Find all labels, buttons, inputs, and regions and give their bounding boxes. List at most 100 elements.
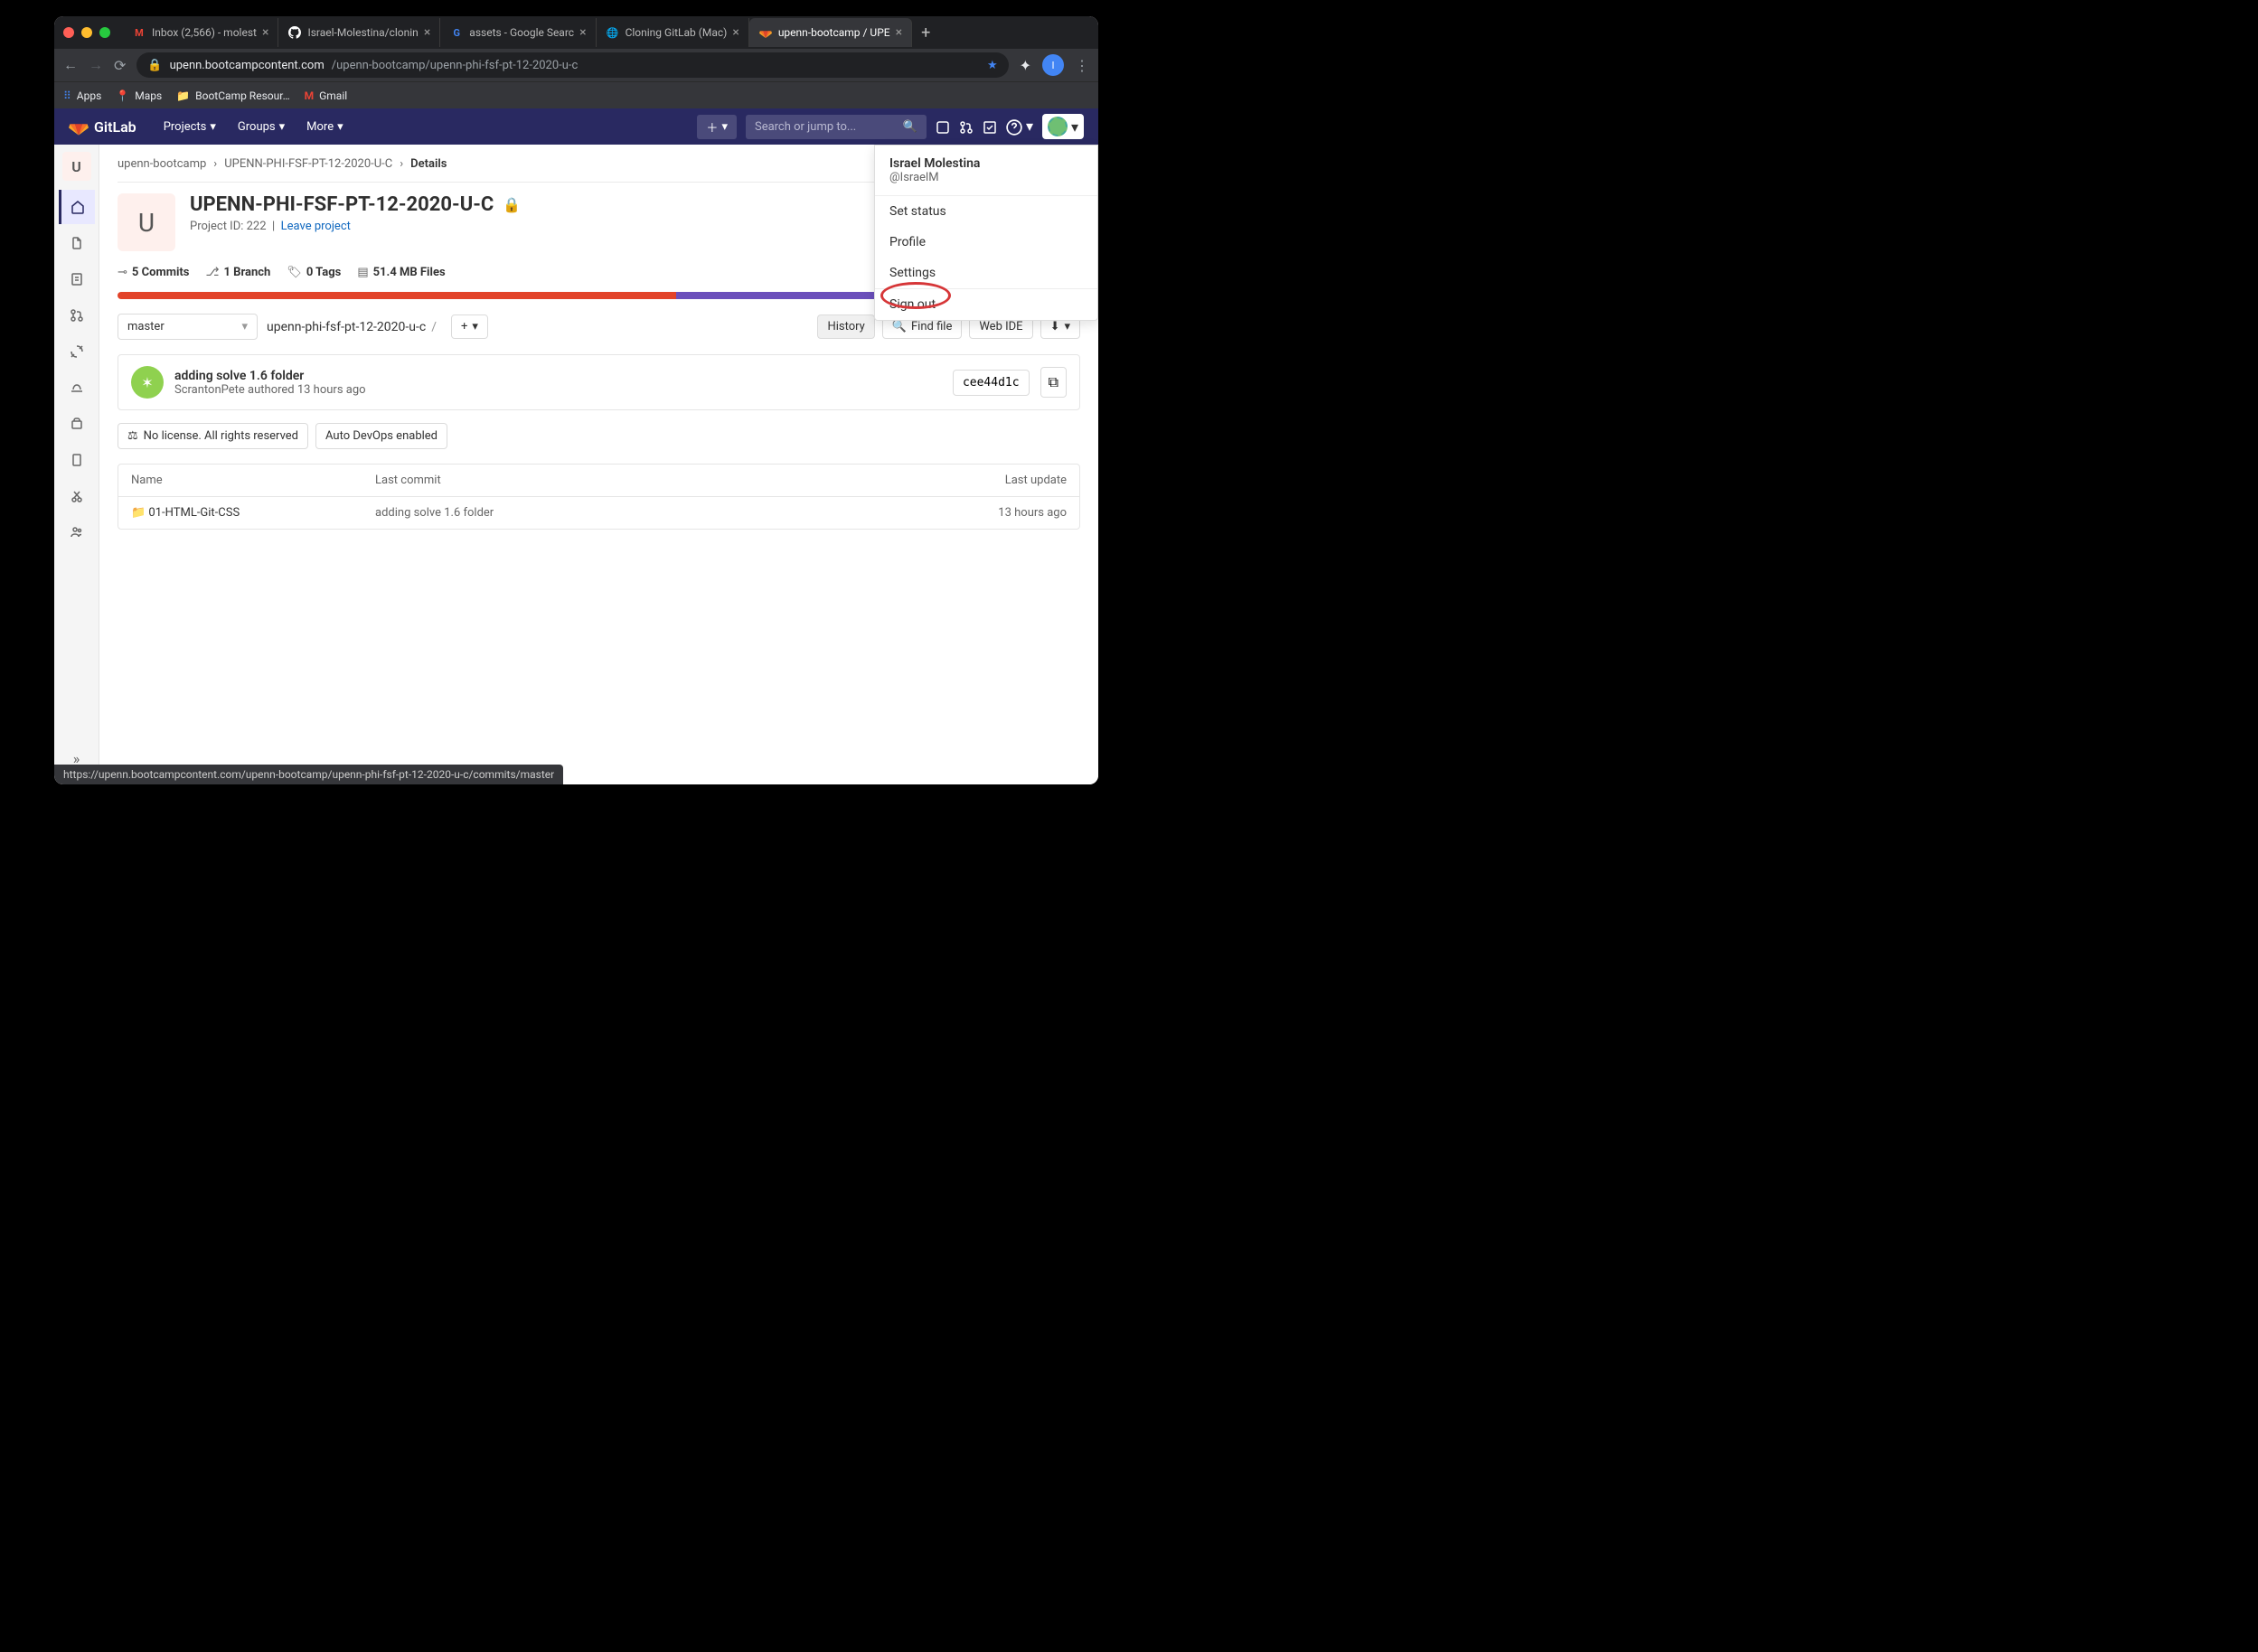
close-icon[interactable]: × bbox=[424, 25, 430, 40]
stat-commits[interactable]: ⊸5 Commits bbox=[118, 266, 189, 279]
plus-icon: + bbox=[461, 320, 467, 333]
menu-settings[interactable]: Settings bbox=[875, 258, 1097, 288]
create-new-button[interactable]: ＋ ▾ bbox=[697, 115, 737, 139]
globe-icon: 🌐 bbox=[606, 25, 620, 40]
bookmark-star-icon[interactable]: ★ bbox=[987, 59, 998, 72]
tab-gitlab-active[interactable]: upenn-bootcamp / UPE × bbox=[749, 18, 912, 47]
sidebar-members[interactable] bbox=[59, 515, 95, 549]
chevron-down-icon: ▾ bbox=[241, 320, 248, 333]
menu-profile[interactable]: Profile bbox=[875, 227, 1097, 258]
forward-button[interactable]: → bbox=[89, 56, 103, 74]
tab-google[interactable]: G assets - Google Searc × bbox=[440, 18, 596, 47]
minimize-window-button[interactable] bbox=[81, 27, 92, 38]
help-icon[interactable]: ▾ bbox=[1006, 117, 1033, 136]
sidebar-overview[interactable] bbox=[59, 190, 95, 224]
close-icon[interactable]: × bbox=[262, 25, 268, 40]
commit-time: authored 13 hours ago bbox=[248, 383, 366, 397]
leave-project-link[interactable]: Leave project bbox=[281, 220, 351, 233]
close-icon[interactable]: × bbox=[732, 25, 739, 40]
sidebar-repository[interactable] bbox=[59, 226, 95, 260]
close-window-button[interactable] bbox=[63, 27, 74, 38]
reload-button[interactable]: ⟳ bbox=[114, 57, 126, 74]
commit-title[interactable]: adding solve 1.6 folder bbox=[174, 369, 366, 383]
project-title: UPENN-PHI-FSF-PT-12-2020-U-C bbox=[190, 193, 494, 216]
todos-icon[interactable] bbox=[983, 118, 997, 136]
col-name-header: Name bbox=[131, 474, 375, 487]
gitlab-nav: Projects ▾ Groups ▾ More ▾ bbox=[155, 115, 353, 139]
bookmark-apps[interactable]: ⠿Apps bbox=[63, 89, 101, 102]
close-icon[interactable]: × bbox=[579, 25, 586, 40]
bookmark-bootcamp[interactable]: 📁BootCamp Resour… bbox=[176, 89, 289, 102]
sidebar-project-avatar[interactable]: U bbox=[62, 152, 91, 181]
breadcrumb-project[interactable]: UPENN-PHI-FSF-PT-12-2020-U-C bbox=[224, 157, 392, 171]
tab-label: upenn-bootcamp / UPE bbox=[778, 26, 890, 39]
dropdown-header: Israel Molestina @IsraelM bbox=[875, 145, 1097, 196]
sidebar-snippets[interactable] bbox=[59, 479, 95, 513]
bookmark-maps[interactable]: 📍Maps bbox=[116, 89, 162, 102]
last-commit-box: ✶ adding solve 1.6 folder ScrantonPete a… bbox=[118, 354, 1080, 410]
chevron-down-icon: ▾ bbox=[337, 120, 343, 134]
chrome-profile-button[interactable]: I bbox=[1042, 54, 1064, 76]
user-menu-button[interactable]: ▾ bbox=[1042, 114, 1084, 139]
tab-cloning[interactable]: 🌐 Cloning GitLab (Mac) × bbox=[597, 18, 749, 47]
tag-icon: 🏷 bbox=[287, 266, 302, 279]
close-icon[interactable]: × bbox=[896, 25, 902, 40]
table-row[interactable]: 📁 01-HTML-Git-CSS adding solve 1.6 folde… bbox=[118, 497, 1079, 529]
gmail-icon: M bbox=[132, 25, 146, 40]
url-input[interactable]: 🔒 upenn.bootcampcontent.com/upenn-bootca… bbox=[136, 52, 1008, 78]
commit-hash[interactable]: cee44d1c bbox=[953, 370, 1030, 396]
sidebar-operations[interactable] bbox=[59, 371, 95, 405]
stat-branches[interactable]: ⎇1 Branch bbox=[205, 266, 270, 279]
commit-author[interactable]: ScrantonPete bbox=[174, 383, 245, 397]
stat-tags[interactable]: 🏷0 Tags bbox=[287, 266, 341, 279]
lock-icon: 🔒 bbox=[503, 196, 521, 213]
breadcrumb-group[interactable]: upenn-bootcamp bbox=[118, 157, 206, 171]
scale-icon: ⚖ bbox=[127, 429, 138, 443]
nav-more[interactable]: More ▾ bbox=[297, 115, 352, 139]
stat-files[interactable]: ▤51.4 MB Files bbox=[357, 266, 445, 279]
bookmarks-bar: ⠿Apps 📍Maps 📁BootCamp Resour… MGmail bbox=[54, 81, 1098, 108]
project-avatar: U bbox=[118, 193, 175, 251]
user-avatar-icon bbox=[1048, 117, 1068, 136]
search-input[interactable]: Search or jump to... 🔍 bbox=[746, 115, 927, 139]
maximize-window-button[interactable] bbox=[99, 27, 110, 38]
devops-tag[interactable]: Auto DevOps enabled bbox=[315, 423, 447, 449]
nav-groups[interactable]: Groups ▾ bbox=[229, 115, 294, 139]
branch-select[interactable]: master ▾ bbox=[118, 314, 258, 340]
merge-requests-icon[interactable] bbox=[959, 118, 974, 136]
sidebar-merge-requests[interactable] bbox=[59, 298, 95, 333]
sidebar-packages[interactable] bbox=[59, 407, 95, 441]
add-file-button[interactable]: + ▾ bbox=[451, 314, 488, 339]
gmail-icon: M bbox=[305, 89, 315, 102]
history-button[interactable]: History bbox=[817, 314, 874, 339]
chrome-menu-icon[interactable]: ⋮ bbox=[1075, 57, 1089, 74]
back-button[interactable]: ← bbox=[63, 56, 78, 74]
project-id-label: Project ID: 222 bbox=[190, 220, 267, 233]
address-bar: ← → ⟳ 🔒 upenn.bootcampcontent.com/upenn-… bbox=[54, 49, 1098, 81]
new-tab-button[interactable]: + bbox=[912, 23, 939, 42]
copy-hash-button[interactable]: ⧉ bbox=[1040, 367, 1067, 398]
gitlab-logo[interactable]: GitLab bbox=[69, 117, 136, 136]
sidebar-cicd[interactable] bbox=[59, 334, 95, 369]
tab-inbox[interactable]: M Inbox (2,566) - molest × bbox=[123, 18, 278, 47]
menu-sign-out[interactable]: Sign out bbox=[875, 289, 1097, 320]
google-icon: G bbox=[449, 25, 464, 40]
project-tags: ⚖No license. All rights reserved Auto De… bbox=[118, 423, 1080, 449]
sidebar-wiki[interactable] bbox=[59, 443, 95, 477]
menu-set-status[interactable]: Set status bbox=[875, 196, 1097, 227]
nav-projects[interactable]: Projects ▾ bbox=[155, 115, 225, 139]
url-path: /upenn-bootcamp/upenn-phi-fsf-pt-12-2020… bbox=[332, 59, 579, 72]
apps-grid-icon: ⠿ bbox=[63, 89, 71, 102]
issues-icon[interactable] bbox=[936, 118, 950, 136]
folder-icon: 📁 bbox=[131, 506, 146, 520]
search-icon: 🔍 bbox=[892, 320, 907, 333]
tab-github[interactable]: Israel-Molestina/clonin × bbox=[278, 18, 440, 47]
bookmark-gmail[interactable]: MGmail bbox=[305, 89, 348, 102]
sidebar-issues[interactable] bbox=[59, 262, 95, 296]
extensions-icon[interactable]: ✦ bbox=[1020, 57, 1031, 74]
dropdown-user-handle: @IsraelM bbox=[889, 171, 1083, 184]
repo-path[interactable]: upenn-phi-fsf-pt-12-2020-u-c/ bbox=[267, 320, 442, 334]
license-tag[interactable]: ⚖No license. All rights reserved bbox=[118, 423, 308, 449]
gitlab-tanuki-icon bbox=[69, 117, 89, 136]
window-controls bbox=[63, 27, 110, 38]
